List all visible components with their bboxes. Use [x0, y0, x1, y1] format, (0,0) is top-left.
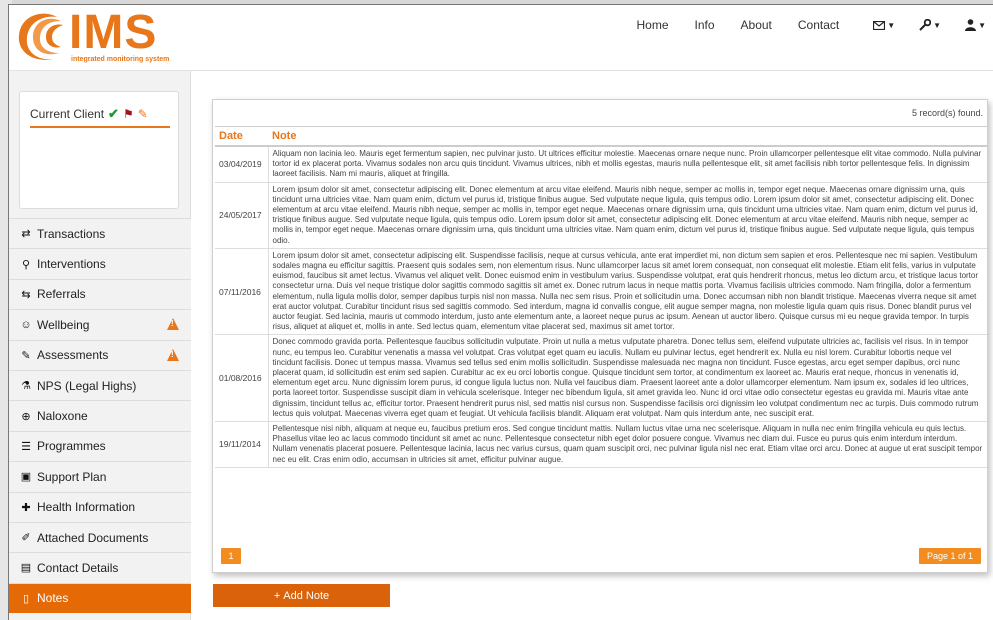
- sidebar-item-notes[interactable]: ▯ Notes: [9, 582, 191, 614]
- logo-swirl-icon: [18, 13, 63, 60]
- logo-tagline: integrated monitoring system: [71, 56, 170, 63]
- sidebar-item-assessments[interactable]: ✎ Assessments: [9, 339, 191, 370]
- chevron-down-icon: ▼: [887, 20, 896, 30]
- list-icon: ☰: [21, 440, 31, 453]
- sidebar-item-label: Interventions: [37, 257, 106, 272]
- wrench-icon: [919, 19, 932, 31]
- note-text: Lorem ipsum dolor sit amet, consectetur …: [268, 182, 987, 249]
- sidebar-item-label: Notes: [37, 591, 69, 606]
- sidebar-item-attached-documents[interactable]: ✐ Attached Documents: [9, 521, 191, 553]
- nav-home[interactable]: Home: [636, 18, 668, 32]
- top-navigation: Home Info About Contact ▼ ▼ ▼: [610, 5, 993, 45]
- notes-table: Date Note 03/04/2019 Aliquam non lacinia…: [215, 126, 987, 468]
- app-window: IMS integrated monitoring system Home In…: [8, 4, 993, 620]
- check-icon[interactable]: ✔: [108, 106, 119, 122]
- file-icon: ▯: [22, 592, 30, 605]
- sidebar-item-label: Attached Documents: [37, 530, 149, 545]
- envelope-icon: [873, 20, 886, 30]
- ims-logo[interactable]: IMS integrated monitoring system: [13, 6, 203, 67]
- sidebar-item-transactions[interactable]: ⇄ Transactions: [9, 218, 191, 249]
- header: IMS integrated monitoring system Home In…: [9, 5, 993, 71]
- sidebar-item-interventions[interactable]: ⚲ Interventions: [9, 248, 191, 279]
- table-row[interactable]: 07/11/2016 Lorem ipsum dolor sit amet, c…: [215, 248, 987, 336]
- note-text: Lorem ipsum dolor sit amet, consectetur …: [268, 248, 987, 336]
- sidebar-item-contact-details[interactable]: ▤ Contact Details: [9, 552, 191, 583]
- note-date: 01/08/2016: [215, 334, 269, 423]
- sidebar-item-label: Programmes: [37, 439, 106, 454]
- messages-dropdown[interactable]: ▼: [873, 20, 896, 30]
- table-row[interactable]: 03/04/2019 Aliquam non lacinia leo. Maur…: [215, 146, 987, 183]
- note-text: Donec commodo gravida porta. Pellentesqu…: [268, 334, 987, 423]
- edit-icon: ✎: [21, 349, 31, 362]
- column-header-note[interactable]: Note: [268, 126, 987, 147]
- tools-dropdown[interactable]: ▼: [919, 19, 941, 31]
- flag-icon[interactable]: ⚑: [123, 107, 134, 121]
- sidebar-item-label: Contact Details: [37, 560, 119, 575]
- sidebar-menu: ⇄ Transactions ⚲ Interventions ⇆ Referra…: [9, 218, 191, 614]
- note-text: Aliquam non lacinia leo. Mauris eget fer…: [268, 146, 987, 183]
- crosshair-icon: ⊕: [21, 410, 31, 423]
- nav-contact[interactable]: Contact: [798, 18, 839, 32]
- nav-info[interactable]: Info: [695, 18, 715, 32]
- smile-icon: ☺: [20, 318, 32, 331]
- flask-icon: ⚗: [21, 380, 31, 393]
- sidebar-item-programmes[interactable]: ☰ Programmes: [9, 430, 191, 462]
- note-text: Pellentesque nisi nibh, aliquam at neque…: [268, 421, 987, 468]
- clipboard-icon: ▣: [20, 471, 32, 484]
- sidebar-item-label: Support Plan: [37, 469, 107, 484]
- chevron-down-icon: ▼: [978, 20, 986, 30]
- notes-panel: 5 record(s) found. Date Note 03/04/2019 …: [212, 99, 988, 573]
- plus-icon: +: [273, 589, 281, 602]
- note-date: 19/11/2014: [215, 421, 269, 468]
- page-indicator: Page 1 of 1: [919, 548, 981, 564]
- note-date: 03/04/2019: [215, 146, 269, 183]
- sidebar-item-label: Assessments: [37, 348, 109, 363]
- warning-icon: [167, 348, 179, 361]
- note-date: 07/11/2016: [215, 248, 269, 336]
- user-dropdown[interactable]: ▼: [965, 19, 986, 31]
- sidebar-item-nps[interactable]: ⚗ NPS (Legal Highs): [9, 369, 191, 401]
- sidebar-item-referrals[interactable]: ⇆ Referrals: [9, 278, 191, 310]
- medkit-icon: ✚: [21, 501, 31, 514]
- pagination: 1 Page 1 of 1: [215, 546, 987, 566]
- sidebar-item-naloxone[interactable]: ⊕ Naloxone: [9, 400, 191, 431]
- current-client-header: Current Client ✔ ⚑ ✎: [30, 106, 170, 128]
- table-header-row: Date Note: [215, 126, 987, 147]
- add-note-button[interactable]: + Add Note: [213, 584, 390, 607]
- sidebar-item-label: Referrals: [37, 287, 86, 302]
- interventions-icon: ⚲: [21, 258, 31, 271]
- page-1-button[interactable]: 1: [221, 548, 241, 564]
- nav-about[interactable]: About: [741, 18, 772, 32]
- edit-icon[interactable]: ✎: [138, 107, 148, 121]
- sidebar-item-wellbeing[interactable]: ☺ Wellbeing: [9, 309, 191, 340]
- table-row[interactable]: 24/05/2017 Lorem ipsum dolor sit amet, c…: [215, 182, 987, 249]
- sidebar: Current Client ✔ ⚑ ✎ ⇄ Transactions ⚲ In…: [9, 71, 191, 620]
- current-client-label: Current Client: [30, 107, 105, 121]
- transactions-icon: ⇄: [21, 228, 31, 241]
- user-icon: [965, 19, 977, 31]
- add-note-label: Add Note: [283, 589, 330, 602]
- id-card-icon: ▤: [20, 562, 32, 575]
- sidebar-item-health-information[interactable]: ✚ Health Information: [9, 491, 191, 522]
- referrals-icon: ⇆: [21, 288, 31, 301]
- table-row[interactable]: 19/11/2014 Pellentesque nisi nibh, aliqu…: [215, 421, 987, 468]
- sidebar-item-label: Transactions: [37, 226, 106, 241]
- sidebar-item-label: NPS (Legal Highs): [37, 378, 137, 393]
- column-header-date[interactable]: Date: [215, 126, 268, 147]
- warning-icon: [167, 318, 179, 331]
- sidebar-item-label: Health Information: [37, 500, 136, 515]
- table-row[interactable]: 01/08/2016 Donec commodo gravida porta. …: [215, 334, 987, 423]
- logo-text: IMS: [69, 6, 158, 59]
- record-count: 5 record(s) found.: [911, 108, 983, 118]
- chevron-down-icon: ▼: [933, 20, 942, 30]
- current-client-panel: Current Client ✔ ⚑ ✎: [19, 91, 179, 209]
- paperclip-icon: ✐: [21, 532, 31, 545]
- sidebar-item-label: Wellbeing: [37, 317, 90, 332]
- sidebar-item-label: Naloxone: [37, 409, 88, 424]
- note-date: 24/05/2017: [215, 182, 269, 249]
- sidebar-item-support-plan[interactable]: ▣ Support Plan: [9, 461, 191, 492]
